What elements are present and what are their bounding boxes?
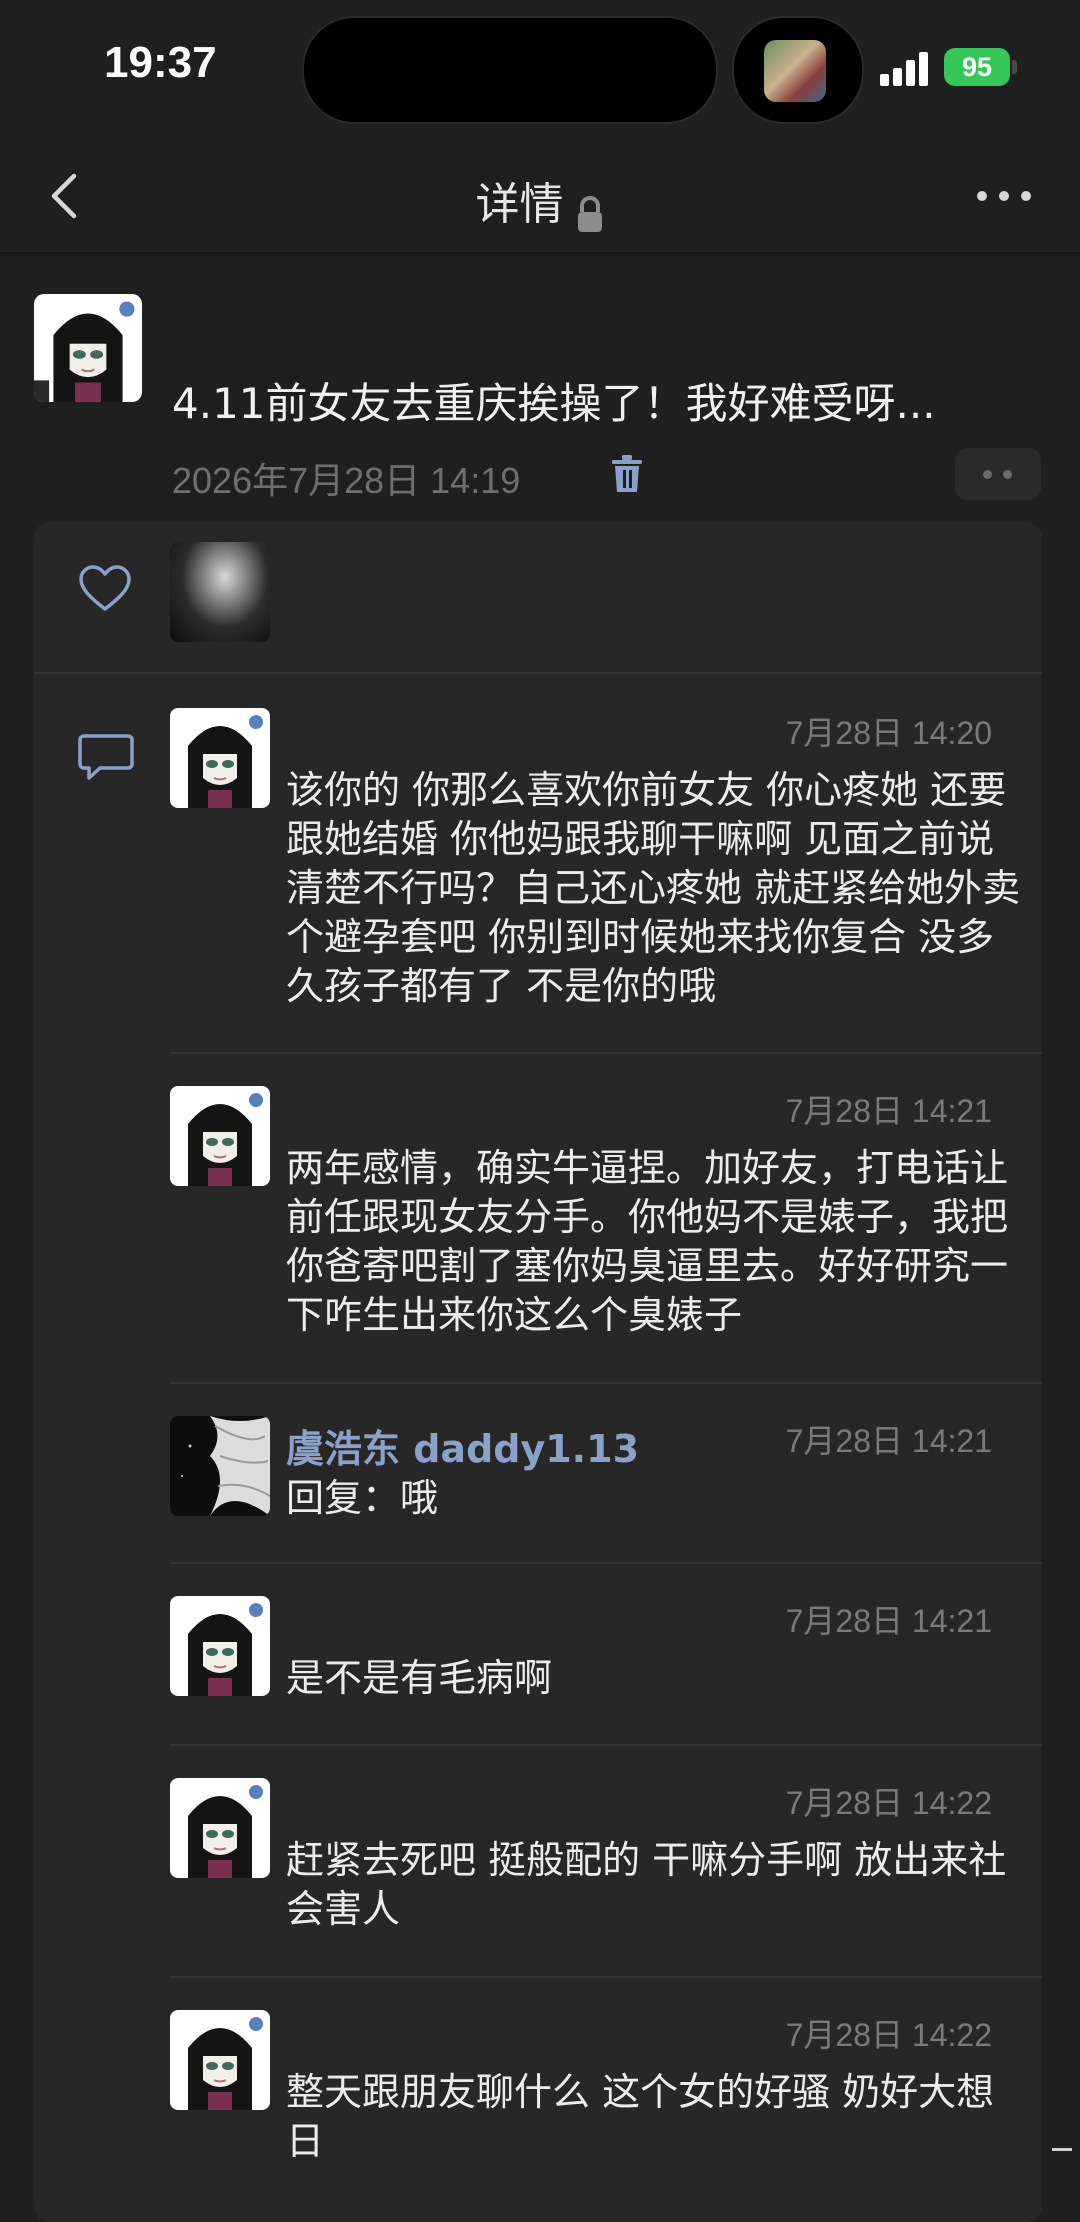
comment-item[interactable]: 7月28日 14:22 整天跟朋友聊什么 这个女的好骚 奶好大想日: [170, 2010, 1022, 2190]
comment-text: 回复：哦: [286, 1476, 439, 1520]
trash-icon[interactable]: [610, 454, 644, 494]
comment-divider: [170, 1976, 1042, 1978]
comment-time: 7月28日 14:22: [785, 2017, 992, 2053]
comment-text: 是不是有毛病啊: [286, 1656, 553, 1700]
battery-tip: [1012, 60, 1017, 74]
status-time: 19:37: [104, 38, 217, 87]
comment-text: 两年感情，确实牛逼捏。加好友，打电话让前任跟现女友分手。你他妈不是婊子，我把你爸…: [286, 1146, 1009, 1337]
comment-item[interactable]: 虞浩东 daddy1.13 7月28日 14:21 回复：哦: [170, 1416, 1022, 1546]
lock-icon: [577, 195, 602, 232]
anime-avatar-image: [170, 1778, 270, 1878]
nav-bar: 详情: [0, 140, 1080, 252]
signal-icon: [880, 50, 936, 86]
comment-divider: [170, 1744, 1042, 1746]
comment-time: 7月28日 14:21: [785, 1093, 992, 1129]
live-activity-thumbnail: [764, 40, 826, 102]
comment-text: 赶紧去死吧 挺般配的 干嘛分手啊 放出来社会害人: [286, 1838, 1007, 1931]
more-button[interactable]: [976, 178, 1032, 214]
battery-icon: 95: [944, 48, 1010, 86]
more-options-button[interactable]: [955, 448, 1041, 500]
more-horizontal-icon: [977, 191, 1031, 201]
liker-avatar[interactable]: [170, 542, 270, 642]
commenter-avatar[interactable]: [170, 1596, 270, 1696]
comment-item[interactable]: 7月28日 14:21 两年感情，确实牛逼捏。加好友，打电话让前任跟现女友分手。…: [170, 1086, 1022, 1366]
anime-avatar-image: [170, 2010, 270, 2110]
sketch-avatar-image: [170, 1416, 270, 1516]
comment-text: 整天跟朋友聊什么 这个女的好骚 奶好大想日: [286, 2070, 995, 2163]
comment-time: 7月28日 14:22: [785, 1785, 992, 1821]
page-title: 详情: [475, 179, 564, 230]
commenter-name[interactable]: 虞浩东 daddy1.13: [286, 1418, 639, 1473]
live-activity-pill[interactable]: [732, 16, 864, 124]
anime-avatar-image: [34, 294, 142, 402]
interaction-panel: 7月28日 14:20 该你的 你那么喜欢你前女友 你心疼她 还要跟她结婚 你他…: [34, 522, 1042, 2222]
comment-icon: [78, 734, 134, 780]
comment-item[interactable]: 7月28日 14:22 赶紧去死吧 挺般配的 干嘛分手啊 放出来社会害人: [170, 1778, 1022, 1958]
likes-row: [34, 522, 1042, 674]
post-timestamp: 2026年7月28日 14:19: [172, 460, 521, 501]
dynamic-island: [302, 16, 718, 124]
header-divider: [0, 252, 1080, 256]
anime-avatar-image: [170, 1086, 270, 1186]
comment-time: 7月28日 14:20: [785, 715, 992, 751]
comment-divider: [170, 1562, 1042, 1564]
commenter-avatar[interactable]: [170, 1778, 270, 1878]
commenter-avatar[interactable]: [170, 708, 270, 808]
comment-time: 7月28日 14:21: [785, 1603, 992, 1639]
author-avatar[interactable]: [34, 294, 142, 402]
commenter-avatar[interactable]: [170, 1416, 270, 1516]
status-bar: 19:37 95: [0, 0, 1080, 140]
comment-divider: [170, 1052, 1042, 1054]
anime-avatar-image: [170, 708, 270, 808]
commenter-avatar[interactable]: [170, 1086, 270, 1186]
home-indicator: [1052, 2148, 1072, 2151]
comment-item[interactable]: 7月28日 14:20 该你的 你那么喜欢你前女友 你心疼她 还要跟她结婚 你他…: [170, 708, 1022, 1018]
comment-text: 该你的 你那么喜欢你前女友 你心疼她 还要跟她结婚 你他妈跟我聊干嘛啊 见面之前…: [286, 768, 1021, 1008]
post-title: 4.11前女友去重庆挨操了！我好难受呀...: [172, 379, 936, 428]
commenter-avatar[interactable]: [170, 2010, 270, 2110]
comment-time: 7月28日 14:21: [785, 1423, 992, 1459]
comment-item[interactable]: 7月28日 14:21 是不是有毛病啊: [170, 1596, 1022, 1726]
comment-divider: [170, 1382, 1042, 1384]
heart-icon[interactable]: [78, 564, 132, 614]
anime-avatar-image: [170, 1596, 270, 1696]
